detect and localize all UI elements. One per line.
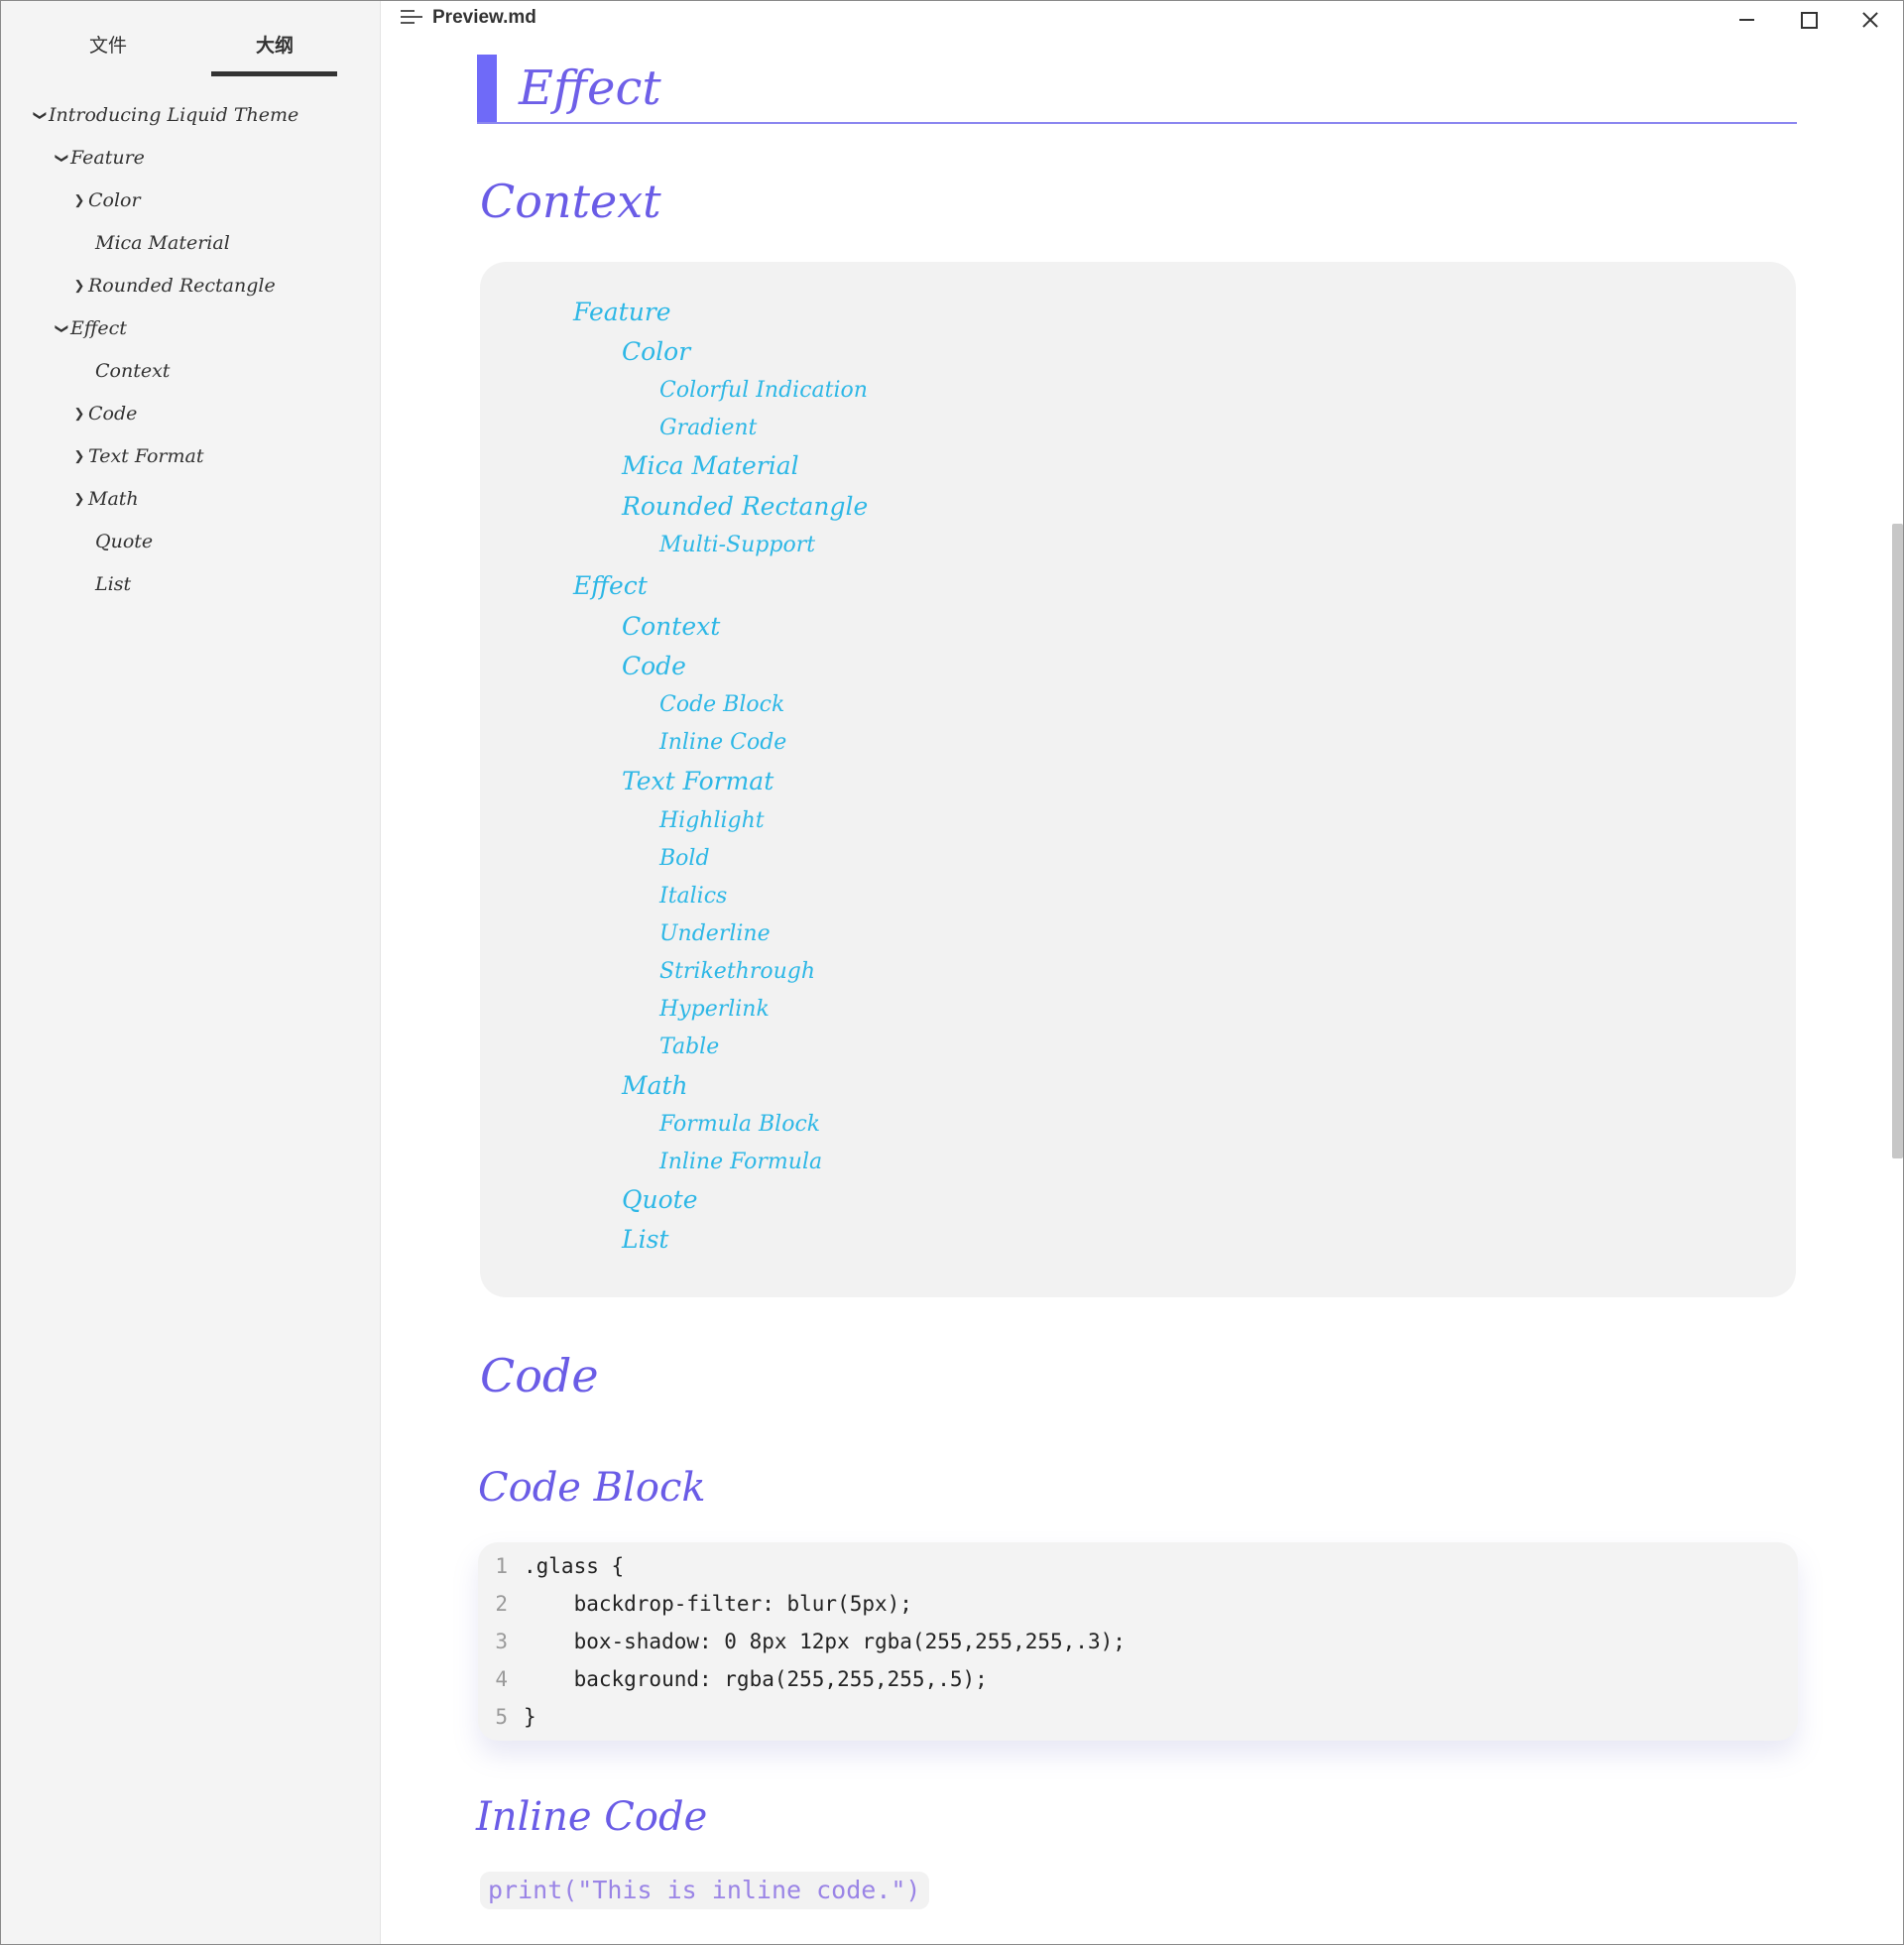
toc-item-table[interactable]: Table [659,1032,719,1063]
code-line: 5} [478,1698,536,1736]
toc-item-mica-material[interactable]: Mica Material [622,450,799,482]
line-number: 3 [495,1630,508,1653]
heading-accent-bar [477,55,497,122]
document-content: Effect Context Feature Color Colorful In… [381,39,1891,1944]
chevron-down-icon[interactable]: ❯ [55,149,69,167]
code-line: 2 backdrop-filter: blur(5px); [478,1585,912,1623]
outline-item-label: Quote [95,531,154,552]
outline-item-introducing-liquid-theme[interactable]: ❯ Introducing Liquid Theme [31,98,299,132]
outline-item-label: Mica Material [95,232,230,254]
code-line-text: } [524,1705,536,1729]
title-bar: Preview.md [381,1,1903,39]
toc-item-multi-support[interactable]: Multi-Support [659,530,815,561]
heading-code-block: Code Block [478,1465,706,1511]
document-lines-icon[interactable] [401,10,422,26]
outline-item-rounded-rectangle[interactable]: ❯ Rounded Rectangle [70,269,276,303]
toc-item-feature[interactable]: Feature [573,297,671,328]
outline-item-color[interactable]: ❯ Color [70,183,141,217]
outline-item-label: Context [95,360,171,382]
outline-item-text-format[interactable]: ❯ Text Format [70,439,204,473]
toc-item-text-format[interactable]: Text Format [622,766,774,797]
code-line-text: box-shadow: 0 8px 12px rgba(255,255,255,… [524,1630,1126,1653]
table-of-contents: Feature Color Colorful Indication Gradie… [480,262,1796,1297]
tab-files[interactable]: 文件 [45,31,172,58]
sidebar: 文件 大纲 ❯ Introducing Liquid Theme ❯ Featu… [1,1,381,1944]
line-number: 5 [495,1705,508,1729]
heading-1-block: Effect [477,55,1797,124]
outline-item-context[interactable]: Context [95,354,170,388]
outline-item-code[interactable]: ❯ Code [70,397,138,430]
chevron-down-icon[interactable]: ❯ [55,319,69,337]
chevron-right-icon[interactable]: ❯ [70,449,88,464]
toc-item-color[interactable]: Color [622,336,690,368]
minimize-button[interactable] [1716,1,1777,39]
heading-inline-code: Inline Code [476,1794,708,1840]
outline-item-list[interactable]: List [95,567,131,601]
toc-item-strikethrough[interactable]: Strikethrough [659,956,815,988]
toc-item-formula-block[interactable]: Formula Block [659,1109,820,1141]
toc-item-bold[interactable]: Bold [659,843,710,875]
toc-item-code-block[interactable]: Code Block [659,689,784,721]
minimize-icon [1738,19,1754,21]
outline-item-feature[interactable]: ❯ Feature [53,141,145,175]
toc-item-gradient[interactable]: Gradient [659,413,757,444]
heading-context: Context [480,175,661,228]
toc-item-quote[interactable]: Quote [622,1184,698,1216]
maximize-icon [1800,11,1818,29]
outline-item-label: Feature [70,147,145,169]
outline-item-label: Effect [70,317,127,339]
outline-item-label: Math [88,488,139,510]
close-icon [1862,12,1878,28]
app-window: 文件 大纲 ❯ Introducing Liquid Theme ❯ Featu… [0,0,1904,1945]
outline-item-label: Text Format [88,445,204,467]
heading-code: Code [480,1349,599,1402]
chevron-right-icon[interactable]: ❯ [70,279,88,294]
sidebar-tabs: 文件 大纲 [1,1,380,78]
toc-item-list[interactable]: List [622,1224,668,1256]
code-line-text: .glass { [524,1554,625,1578]
outline-item-label: Code [88,403,138,425]
toc-item-italics[interactable]: Italics [659,881,727,912]
code-line: 3 box-shadow: 0 8px 12px rgba(255,255,25… [478,1623,1126,1660]
toc-item-effect[interactable]: Effect [573,570,648,602]
close-button[interactable] [1840,1,1901,39]
code-block[interactable]: 1 .glass { 2 backdrop-filter: blur(5px); … [478,1542,1798,1741]
line-number: 1 [495,1554,508,1578]
toc-item-hyperlink[interactable]: Hyperlink [659,994,770,1026]
line-number: 2 [495,1592,508,1616]
toc-item-highlight[interactable]: Highlight [659,805,765,837]
outline-item-label: Introducing Liquid Theme [49,104,299,126]
toc-item-rounded-rectangle[interactable]: Rounded Rectangle [622,491,868,523]
outline-item-label: Color [88,189,141,211]
vertical-scrollbar-thumb[interactable] [1892,524,1903,1158]
chevron-right-icon[interactable]: ❯ [70,407,88,422]
code-line-text: backdrop-filter: blur(5px); [524,1592,912,1616]
line-number: 4 [495,1667,508,1691]
code-line: 1 .glass { [478,1547,624,1585]
outline-item-effect[interactable]: ❯ Effect [53,311,127,345]
outline-item-mica-material[interactable]: Mica Material [95,226,230,260]
toc-item-inline-code[interactable]: Inline Code [659,727,786,759]
outline-item-label: Rounded Rectangle [88,275,276,297]
outline-item-math[interactable]: ❯ Math [70,482,139,516]
tab-outline[interactable]: 大纲 [211,31,338,58]
toc-item-colorful-indication[interactable]: Colorful Indication [659,375,868,407]
outline-item-quote[interactable]: Quote [95,525,153,558]
heading-effect: Effect [519,61,661,116]
toc-item-code[interactable]: Code [622,651,686,682]
code-line: 4 background: rgba(255,255,255,.5); [478,1660,988,1698]
outline-item-label: List [95,573,132,595]
chevron-down-icon[interactable]: ❯ [33,106,48,124]
toc-item-underline[interactable]: Underline [659,918,771,950]
code-line-text: background: rgba(255,255,255,.5); [524,1667,988,1691]
toc-item-context[interactable]: Context [622,611,720,643]
toc-item-inline-formula[interactable]: Inline Formula [659,1147,822,1178]
chevron-right-icon[interactable]: ❯ [70,193,88,208]
inline-code: print("This is inline code.") [480,1872,929,1909]
document-title: Preview.md [432,7,536,28]
toc-item-math[interactable]: Math [622,1070,688,1102]
chevron-right-icon[interactable]: ❯ [70,492,88,507]
active-tab-indicator [211,71,337,76]
maximize-button[interactable] [1778,1,1840,39]
